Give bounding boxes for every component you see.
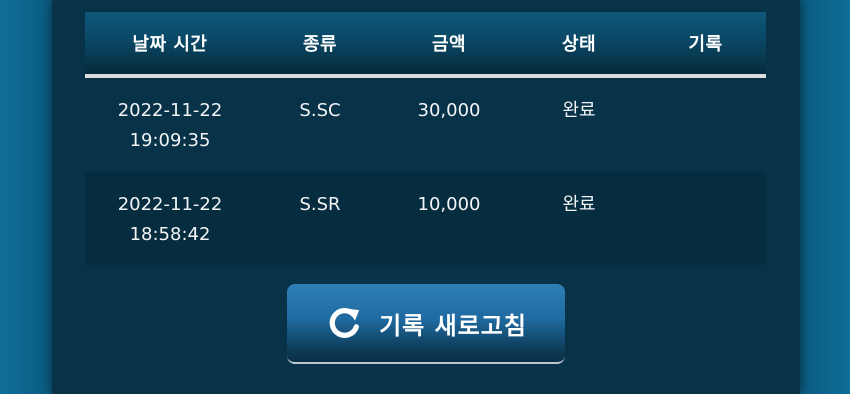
cell-type: S.SC — [299, 100, 341, 121]
cell-status: 완료 — [562, 194, 596, 215]
cell-amount: 30,000 — [417, 100, 481, 121]
table-header: 날짜 시간 종류 금액 상태 기록 — [85, 12, 766, 78]
right-backdrop — [800, 0, 850, 394]
cell-time: 19:09:35 — [129, 130, 211, 151]
refresh-history-button[interactable]: 기록 새로고침 — [287, 284, 565, 364]
refresh-icon — [329, 308, 360, 338]
table-row: 2022-11-22 19:09:35 S.SC 30,000 완료 — [85, 78, 766, 172]
cell-date: 2022-11-22 — [117, 100, 223, 121]
header-type: 종류 — [302, 34, 338, 55]
cell-amount: 10,000 — [417, 194, 481, 215]
cell-time: 18:58:42 — [129, 224, 211, 245]
cell-type: S.SR — [299, 194, 341, 215]
header-status: 상태 — [561, 34, 597, 55]
history-panel: 날짜 시간 종류 금액 상태 기록 2022-11-22 19:09:35 S.… — [52, 0, 800, 394]
left-backdrop — [0, 0, 52, 394]
table-row: 2022-11-22 18:58:42 S.SR 10,000 완료 — [85, 172, 766, 265]
header-record: 기록 — [688, 34, 723, 55]
history-table: 날짜 시간 종류 금액 상태 기록 2022-11-22 19:09:35 S.… — [85, 12, 766, 265]
cell-record — [645, 172, 766, 190]
cell-date: 2022-11-22 — [117, 194, 223, 215]
header-datetime: 날짜 시간 — [132, 34, 208, 55]
cell-datetime: 2022-11-22 18:58:42 — [85, 172, 255, 250]
cell-record — [645, 78, 766, 96]
cell-status: 완료 — [562, 100, 596, 121]
cell-datetime: 2022-11-22 19:09:35 — [85, 78, 255, 156]
header-amount: 금액 — [431, 34, 467, 55]
refresh-button-label: 기록 새로고침 — [379, 311, 527, 340]
